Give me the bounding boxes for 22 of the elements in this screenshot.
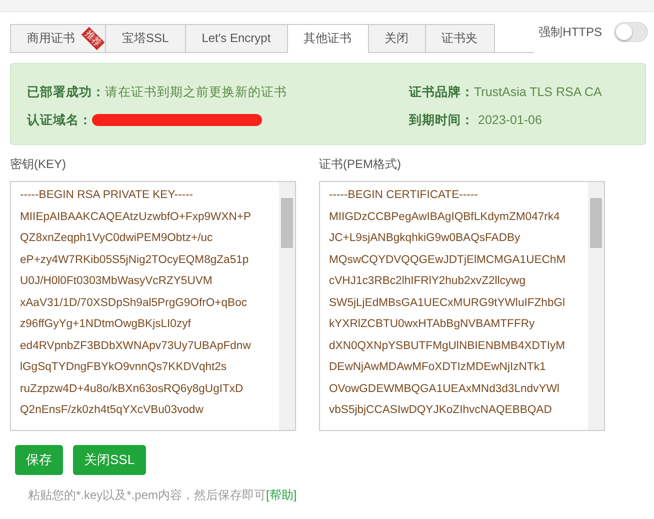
key-label: 密钥(KEY) xyxy=(10,156,68,173)
force-https-label: 强制HTTPS xyxy=(538,24,602,41)
force-https-toggle[interactable] xyxy=(614,22,648,42)
expiry-value: 2023-01-06 xyxy=(478,112,542,129)
scrollbar[interactable] xyxy=(588,182,604,430)
recommend-ribbon: 推荐 xyxy=(81,26,105,50)
certificate-textarea[interactable]: -----BEGIN CERTIFICATE----- MIIGDzCCBPegAwIBAgIQBfLKdymZM047rk4 JC+L9sjANBgkqhkiG9w0BAQsFADBy MQswCQYDVQQGEwJDTjElMCMGA1UEChM cVHJ1c3RBc2lhIFRlY2hub2xvZ2llcywg SW5jLjEdMBsGA1UECxMURG9tYWluIFZhbGl kYXRlZCBTU0wxHTAbBgNVBAMTFFRy dXN0QXNpYSBUTFMgUlNBIENBMB4XDTIyM DEwNjAwMDAwMFoXDTIzMDEwNjIzNTk1 OVowGDEWMBQGA1UEAxMNd3d3LndvYWl vbS5jbjCCASIwDQYJKoZIhvcNAQEBBQAD xyxy=(319,181,605,431)
brand-label: 证书品牌： xyxy=(409,84,474,101)
key-textarea[interactable]: -----BEGIN RSA PRIVATE KEY----- MIIEpAIBAAKCAQEAtzUzwbfO+Fxp9WXN+P QZ8xnZeqph1VyC0dwiPEM9Obtz+/uc eP+zy4W7RKib05S5jNig2TOcyEQM8gZa51p U0J/H0l0Ft0303MbWasyVcRZY5UVM xAaV31/1D/70XSDpSh9al5PrgG9OfrO+qBoc z96ffGyYg+1NDtmOwgBKjsLI0zyf ed4RVpnbZF3BDbXWNApv73Uy7UBApFdnw lGgSqTYDngFBYkO9vnnQs7KKDVqht2s ruZzpzw4D+4u8o/kBXn63osRQ6y8gUgITxD Q2nEnsF/zk0zh4t5qYXcVBu03vodw xyxy=(10,181,296,431)
tab[interactable]: Let's Encrypt xyxy=(184,24,288,52)
expiry-label: 到期时间： xyxy=(409,112,474,129)
tab[interactable]: 商用证书 推荐 xyxy=(10,24,106,52)
tab[interactable]: 关闭 xyxy=(368,24,426,52)
domain-label: 认证域名： xyxy=(27,112,92,129)
tab[interactable]: 宝塔SSL xyxy=(105,24,186,52)
certificate-label: 证书(PEM格式) xyxy=(319,156,402,173)
status-text: 已部署成功：请在证书到期之前更换新的证书 xyxy=(27,84,287,101)
tab[interactable]: 其他证书 xyxy=(286,24,369,53)
brand-value: TrustAsia TLS RSA CA xyxy=(474,84,602,101)
tab[interactable]: 证书夹 xyxy=(424,24,495,52)
hint-text: 粘贴您的*.key以及*.pem内容，然后保存即可[帮助] xyxy=(28,487,298,503)
scrollbar[interactable] xyxy=(279,182,295,430)
